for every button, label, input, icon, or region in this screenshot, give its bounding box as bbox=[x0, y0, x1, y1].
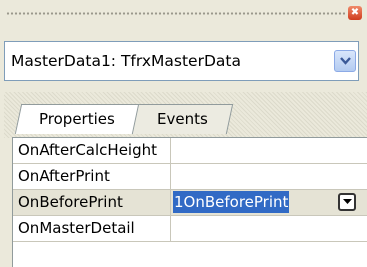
event-name[interactable]: OnAfterCalcHeight bbox=[13, 138, 171, 163]
event-name[interactable]: OnBeforePrint bbox=[13, 190, 171, 215]
grid-row-selected[interactable]: OnBeforePrint 1OnBeforePrint bbox=[13, 190, 367, 216]
tab-properties-label: Properties bbox=[39, 110, 115, 128]
event-name[interactable]: OnMasterDetail bbox=[13, 216, 171, 241]
inspector-titlebar[interactable]: ✖ bbox=[0, 0, 367, 28]
drag-grip[interactable] bbox=[6, 12, 345, 15]
grid-row[interactable]: OnMasterDetail bbox=[13, 216, 367, 242]
event-value-input[interactable]: 1OnBeforePrint bbox=[173, 191, 290, 213]
object-selector-value: MasterData1: TfrxMasterData bbox=[11, 52, 241, 70]
grid-row[interactable]: OnAfterCalcHeight bbox=[13, 138, 367, 164]
object-selector[interactable]: MasterData1: TfrxMasterData bbox=[4, 41, 359, 81]
grid-row[interactable]: OnAfterPrint bbox=[13, 164, 367, 190]
event-grid: OnAfterCalcHeight OnAfterPrint OnBeforeP… bbox=[12, 137, 367, 267]
dropdown-button[interactable] bbox=[338, 193, 356, 211]
close-icon[interactable]: ✖ bbox=[348, 6, 362, 20]
tab-events[interactable]: Events bbox=[130, 104, 234, 134]
event-name[interactable]: OnAfterPrint bbox=[13, 164, 171, 189]
chevron-down-icon[interactable] bbox=[334, 50, 356, 72]
tab-events-label: Events bbox=[156, 110, 208, 128]
tab-properties[interactable]: Properties bbox=[14, 104, 140, 134]
